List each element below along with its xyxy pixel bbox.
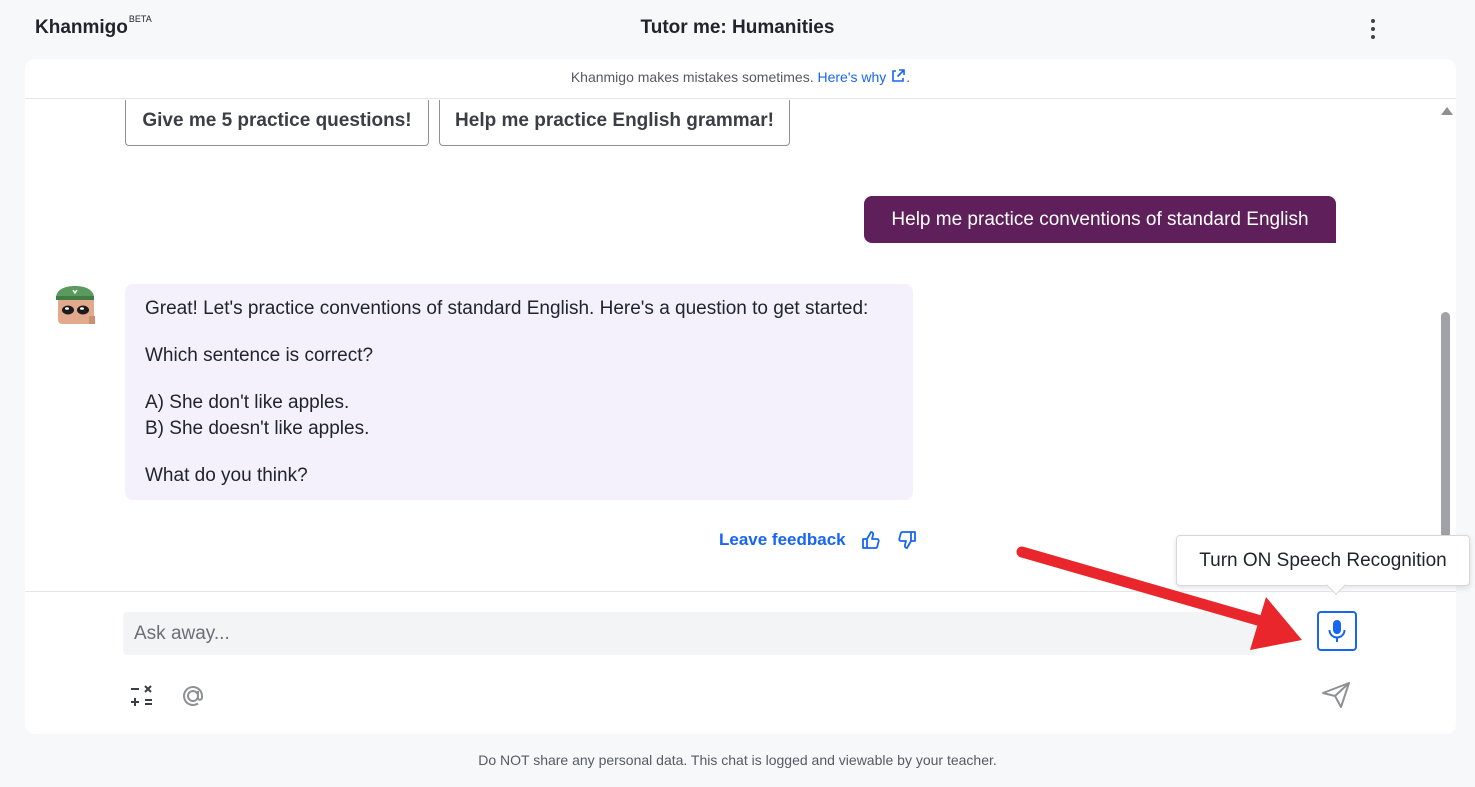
microphone-icon [1326, 618, 1348, 644]
feedback-row: Leave feedback [719, 528, 918, 552]
heres-why-link[interactable]: Here's why [817, 69, 886, 85]
bot-message: Great! Let's practice conventions of sta… [125, 284, 913, 500]
external-link-icon[interactable] [890, 61, 906, 97]
thumbs-up-icon[interactable] [860, 529, 882, 551]
microphone-button[interactable] [1317, 611, 1357, 651]
send-icon[interactable] [1321, 681, 1351, 709]
bot-message-question: Which sentence is correct? [145, 345, 374, 366]
leave-feedback-link[interactable]: Leave feedback [719, 530, 846, 550]
user-message: Help me practice conventions of standard… [864, 196, 1336, 243]
suggestion-practice-questions-button[interactable]: Give me 5 practice questions! [125, 100, 429, 146]
chat-panel: Khanmigo makes mistakes sometimes. Here'… [25, 59, 1470, 734]
bot-option-a: A) She don't like apples. [145, 392, 350, 413]
kebab-menu-icon[interactable] [1362, 16, 1384, 42]
ask-input[interactable] [123, 612, 1257, 655]
khanmigo-avatar-icon [53, 284, 97, 328]
top-bar: KhanmigoBETA Tutor me: Humanities [0, 0, 1475, 56]
scroll-up-arrow[interactable] [1441, 107, 1453, 115]
bot-message-intro: Great! Let's practice conventions of sta… [145, 298, 869, 319]
privacy-footer: Do NOT share any personal data. This cha… [478, 752, 997, 768]
composer-divider [25, 591, 1456, 592]
bot-message-prompt: What do you think? [145, 465, 308, 486]
page-title: Tutor me: Humanities [640, 17, 835, 38]
disclaimer-bar: Khanmigo makes mistakes sometimes. Here'… [25, 59, 1456, 99]
chat-history[interactable]: Give me 5 practice questions! Help me pr… [25, 100, 1456, 591]
disclaimer-text: Khanmigo makes mistakes sometimes. [570, 69, 818, 85]
disclaimer-suffix: . [906, 69, 911, 85]
scrollbar-thumb[interactable] [1441, 312, 1450, 538]
speech-recognition-tooltip: Turn ON Speech Recognition [1176, 535, 1470, 586]
suggestion-english-grammar-button[interactable]: Help me practice English grammar! [439, 100, 790, 146]
thumbs-down-icon[interactable] [896, 529, 918, 551]
at-sign-icon[interactable] [179, 682, 207, 710]
bot-option-b: B) She doesn't like apples. [145, 418, 370, 439]
calculator-icon[interactable] [129, 683, 155, 709]
